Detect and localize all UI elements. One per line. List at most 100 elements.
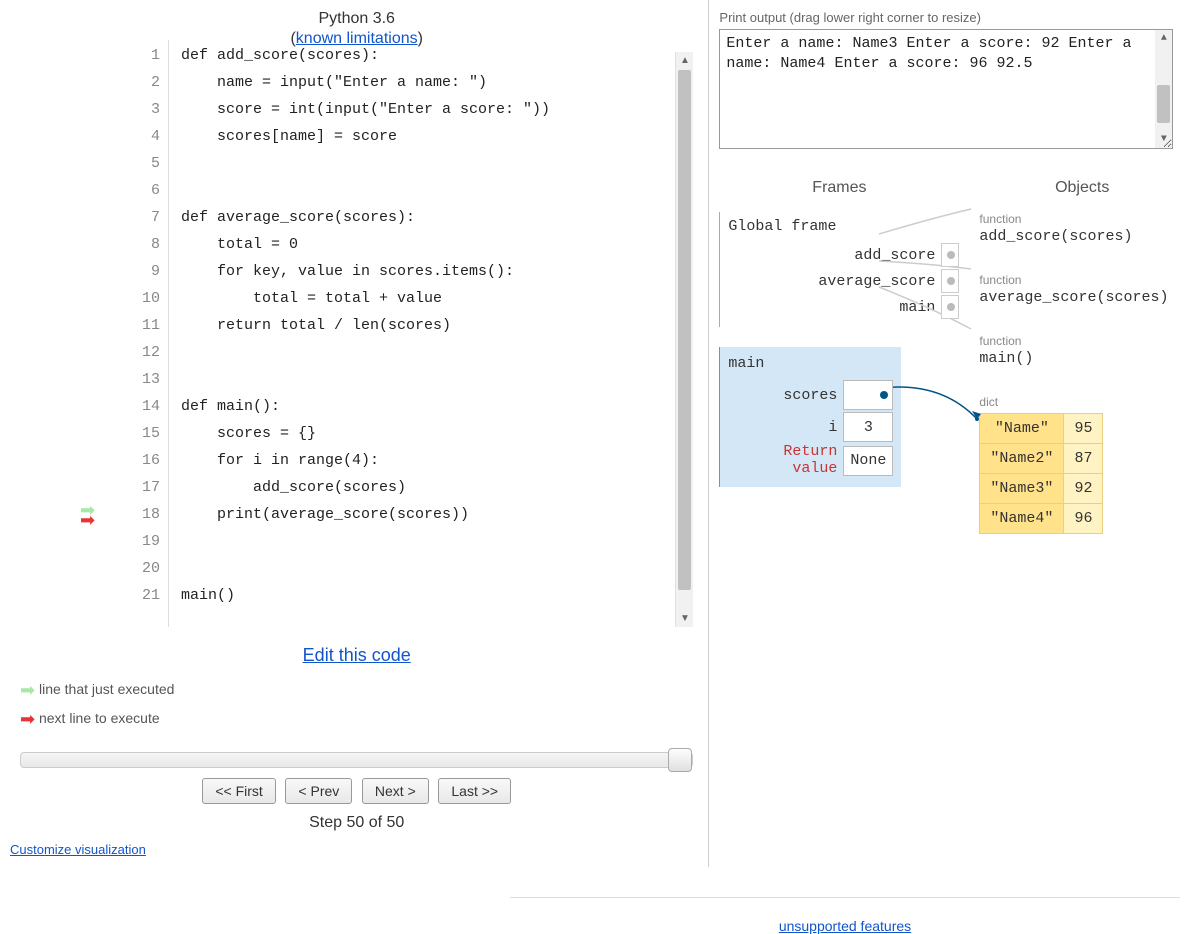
var-pointer-box <box>941 243 959 267</box>
line-number: 13 <box>110 366 160 393</box>
code-content: def add_score(scores): name = input("Ent… <box>169 40 693 627</box>
step-slider[interactable] <box>20 752 693 768</box>
global-frame: Global frame add_scoreaverage_scoremain <box>719 212 959 327</box>
legend: ➡ line that just executed ➡ next line to… <box>20 676 703 734</box>
dict-row: "Name3"92 <box>980 474 1103 504</box>
var-scores-box <box>843 380 893 410</box>
scroll-thumb[interactable] <box>1157 85 1170 123</box>
slider-thumb[interactable] <box>668 748 692 772</box>
dict-row: "Name2"87 <box>980 444 1103 474</box>
arrow-red-icon: ➡ <box>20 709 35 729</box>
prev-button[interactable]: < Prev <box>285 778 352 804</box>
code-line: total = total + value <box>181 285 693 312</box>
code-line: add_score(scores) <box>181 474 693 501</box>
object-func-2: function average_score(scores) <box>979 273 1185 306</box>
line-number: 11 <box>110 312 160 339</box>
code-line: scores[name] = score <box>181 123 693 150</box>
line-number: 6 <box>110 177 160 204</box>
main-frame: main scores i 3 Returnvalue None <box>719 347 901 487</box>
global-var-row: average_score <box>728 269 959 293</box>
first-button[interactable]: << First <box>202 778 275 804</box>
code-line: return total / len(scores) <box>181 312 693 339</box>
var-name: average_score <box>728 273 941 290</box>
dict-key: "Name4" <box>980 504 1064 534</box>
line-number: 21 <box>110 582 160 609</box>
var-scores-label: scores <box>728 387 843 404</box>
frames-objects: Frames Global frame add_scoreaverage_sco… <box>719 179 1185 534</box>
unsupported-features-link[interactable]: unsupported features <box>779 918 911 934</box>
output-box[interactable]: Enter a name: Name3 Enter a score: 92 En… <box>719 29 1173 149</box>
object-func-1: function add_score(scores) <box>979 212 1185 245</box>
dict-key: "Name2" <box>980 444 1064 474</box>
next-arrow-icon: ➡ <box>80 511 95 529</box>
code-line: name = input("Enter a name: ") <box>181 69 693 96</box>
line-number: 1 <box>110 42 160 69</box>
line-number: 4 <box>110 123 160 150</box>
var-i-value: 3 <box>843 412 893 442</box>
viz-pane: Print output (drag lower right corner to… <box>708 0 1185 867</box>
var-name: main <box>728 299 941 316</box>
var-name: add_score <box>728 247 941 264</box>
last-button[interactable]: Last >> <box>438 778 511 804</box>
customize-link[interactable]: Customize visualization <box>10 842 146 857</box>
code-pane: Python 3.6 (known limitations) ➡➡ 123456… <box>0 0 703 867</box>
objects-header: Objects <box>979 179 1185 197</box>
code-line <box>181 528 693 555</box>
dict-value: 92 <box>1064 474 1103 504</box>
legend-next: next line to execute <box>39 710 160 726</box>
global-var-row: add_score <box>728 243 959 267</box>
scroll-down-icon[interactable]: ▼ <box>1155 131 1172 148</box>
edit-code-link[interactable]: Edit this code <box>303 645 411 665</box>
output-label: Print output (drag lower right corner to… <box>719 10 1185 25</box>
scroll-up-icon[interactable]: ▲ <box>676 52 693 69</box>
line-number: 3 <box>110 96 160 123</box>
line-number: 10 <box>110 285 160 312</box>
return-label: Returnvalue <box>728 444 843 477</box>
dict-value: 87 <box>1064 444 1103 474</box>
output-content: Enter a name: Name3 Enter a score: 92 En… <box>726 34 1166 75</box>
main-frame-title: main <box>728 355 893 372</box>
object-func-3: function main() <box>979 334 1185 367</box>
code-line <box>181 150 693 177</box>
line-number: 7 <box>110 204 160 231</box>
scroll-up-icon[interactable]: ▲ <box>1155 30 1172 47</box>
code-line: main() <box>181 582 693 609</box>
var-pointer-box <box>941 295 959 319</box>
next-button[interactable]: Next > <box>362 778 429 804</box>
return-value: None <box>843 446 893 476</box>
line-number: 5 <box>110 150 160 177</box>
code-scrollbar[interactable]: ▲ ▼ <box>675 52 693 627</box>
line-number: 2 <box>110 69 160 96</box>
line-number: 14 <box>110 393 160 420</box>
code-line: total = 0 <box>181 231 693 258</box>
dict-row: "Name"95 <box>980 414 1103 444</box>
code-line: for key, value in scores.items(): <box>181 258 693 285</box>
code-line <box>181 366 693 393</box>
arrow-green-icon: ➡ <box>20 680 35 700</box>
line-number: 15 <box>110 420 160 447</box>
line-number: 16 <box>110 447 160 474</box>
language-label: Python 3.6 <box>10 10 703 28</box>
scroll-down-icon[interactable]: ▼ <box>676 610 693 627</box>
code-line: scores = {} <box>181 420 693 447</box>
dict-key: "Name3" <box>980 474 1064 504</box>
dict-key: "Name" <box>980 414 1064 444</box>
global-var-row: main <box>728 295 959 319</box>
line-number: 20 <box>110 555 160 582</box>
code-line: score = int(input("Enter a score: ")) <box>181 96 693 123</box>
code-line <box>181 339 693 366</box>
scroll-thumb[interactable] <box>678 70 691 590</box>
dict-value: 96 <box>1064 504 1103 534</box>
code-line: def add_score(scores): <box>181 42 693 69</box>
step-controls: << First < Prev Next > Last >> <box>10 778 703 804</box>
legend-executed: line that just executed <box>39 681 174 697</box>
dict-table: "Name"95"Name2"87"Name3"92"Name4"96 <box>979 413 1103 534</box>
dict-row: "Name4"96 <box>980 504 1103 534</box>
line-number: 12 <box>110 339 160 366</box>
code-line <box>181 555 693 582</box>
output-scrollbar[interactable]: ▲ ▼ <box>1155 30 1172 148</box>
code-line: for i in range(4): <box>181 447 693 474</box>
line-number: 8 <box>110 231 160 258</box>
code-line <box>181 177 693 204</box>
line-number-gutter: 123456789101112131415161718192021 <box>110 40 169 627</box>
